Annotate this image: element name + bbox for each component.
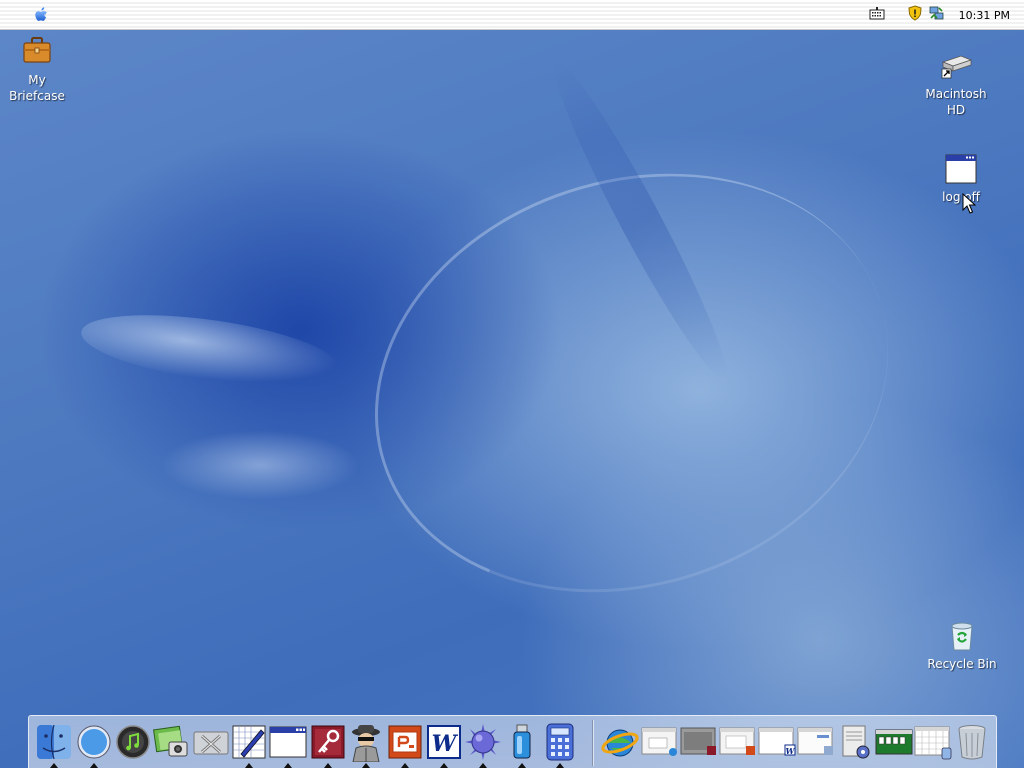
mouse-cursor-icon bbox=[962, 192, 977, 219]
log-off-desktop-icon[interactable]: log off bbox=[921, 153, 1001, 205]
minimized-calendar-icon[interactable] bbox=[914, 722, 952, 762]
safari-compass-icon[interactable] bbox=[75, 722, 113, 768]
my-briefcase-desktop-icon[interactable]: My Briefcase bbox=[0, 32, 77, 104]
internet-explorer-icon[interactable] bbox=[601, 722, 639, 762]
word-icon[interactable]: W bbox=[425, 722, 463, 768]
desktop: 10:31 PM My Briefcase Macintosh HD log o… bbox=[0, 0, 1024, 768]
minimized-solitaire-icon[interactable] bbox=[875, 722, 913, 762]
system-tray: 10:31 PM bbox=[869, 4, 1016, 26]
calculator-icon[interactable] bbox=[541, 722, 579, 768]
desktop-icon-label: My Briefcase bbox=[9, 73, 65, 103]
desktop-icon-label: Recycle Bin bbox=[927, 657, 997, 671]
clock[interactable]: 10:31 PM bbox=[959, 9, 1010, 22]
trash-icon[interactable] bbox=[953, 722, 991, 762]
dock-separator bbox=[592, 720, 593, 766]
svg-text:W: W bbox=[432, 731, 459, 757]
dock: W W bbox=[28, 715, 997, 768]
finder-icon[interactable] bbox=[35, 722, 73, 768]
window-icon[interactable] bbox=[269, 722, 307, 768]
spiky-ball-icon[interactable] bbox=[464, 722, 502, 768]
system-tools-icon[interactable] bbox=[192, 722, 230, 762]
iphoto-icon[interactable] bbox=[153, 722, 191, 762]
minimized-window-generic-icon[interactable] bbox=[797, 722, 835, 762]
minimized-window-ie-icon[interactable] bbox=[641, 722, 679, 762]
menu-bar: 10:31 PM bbox=[0, 0, 1024, 30]
apple-logo-icon[interactable] bbox=[32, 5, 52, 25]
minimized-window-access-icon[interactable] bbox=[680, 722, 718, 762]
security-shield-icon[interactable] bbox=[907, 5, 923, 25]
usb-drive-icon[interactable] bbox=[503, 722, 541, 768]
recycle-bin-icon bbox=[944, 620, 980, 652]
minimized-window-word-icon[interactable]: W bbox=[758, 722, 796, 762]
recycle-bin-desktop-icon[interactable]: Recycle Bin bbox=[922, 620, 1002, 672]
svg-text:W: W bbox=[786, 746, 796, 756]
minimized-settings-icon[interactable] bbox=[836, 722, 874, 762]
text-editor-icon[interactable] bbox=[230, 722, 268, 768]
powerpoint-icon[interactable] bbox=[386, 722, 424, 768]
window-icon bbox=[943, 153, 979, 185]
desktop-icon-label: Macintosh HD bbox=[925, 87, 987, 117]
hard-drive-icon bbox=[938, 50, 974, 82]
macintosh-hd-desktop-icon[interactable]: Macintosh HD bbox=[916, 50, 996, 118]
network-icon[interactable] bbox=[929, 5, 945, 25]
spy-agent-icon[interactable] bbox=[347, 722, 385, 768]
access-key-icon[interactable] bbox=[309, 722, 347, 768]
minimized-window-powerpoint-icon[interactable] bbox=[719, 722, 757, 762]
keyboard-icon[interactable] bbox=[869, 6, 885, 25]
itunes-icon[interactable] bbox=[114, 722, 152, 762]
briefcase-icon bbox=[19, 32, 55, 68]
